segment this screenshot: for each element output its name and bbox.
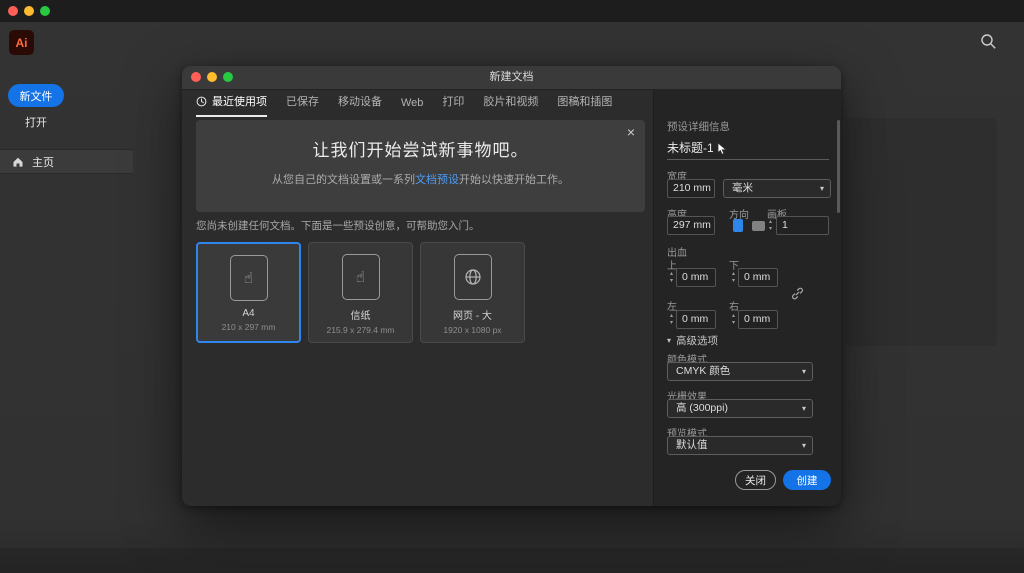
background-content-area (845, 118, 997, 346)
raster-effects-select[interactable]: 高 (300ppi) ▾ (667, 399, 813, 418)
home-icon (12, 156, 24, 168)
bleed-right-input[interactable]: 0 mm (738, 310, 778, 329)
window-zoom-button[interactable] (40, 6, 50, 16)
tab-web[interactable]: Web (401, 97, 423, 117)
macos-menu-bar (0, 0, 1024, 22)
width-input[interactable]: 210 mm (667, 179, 715, 198)
chevron-down-icon: ▾ (801, 404, 806, 413)
preset-details-panel: 预设详细信息 未标题-1 宽度 210 mm 毫米 ▾ 高度 方向 画板 297… (653, 89, 841, 506)
preset-name: 网页 - 大 (453, 311, 492, 322)
chevron-down-icon: ▾ (667, 336, 672, 345)
link-bleeds-icon[interactable] (790, 286, 805, 306)
open-button[interactable]: 打开 (8, 112, 64, 132)
tab-art-illustration[interactable]: 图稿和插图 (557, 93, 612, 117)
panel-scrollbar[interactable] (837, 120, 840, 213)
window-minimize-button[interactable] (24, 6, 34, 16)
window-close-button[interactable] (8, 6, 18, 16)
chevron-down-icon: ▾ (819, 184, 824, 193)
illustrator-logo: Ai (9, 30, 34, 55)
new-file-button[interactable]: 新文件 (8, 84, 64, 107)
mouse-cursor-icon (717, 142, 728, 159)
welcome-banner: × 让我们开始尝试新事物吧。 从您自己的文档设置或一系列文档预设开始以快速开始工… (196, 120, 645, 212)
preset-category-tabs: 最近使用项 已保存 移动设备 Web 打印 胶片和视频 图稿和插图 (196, 93, 612, 117)
orientation-toggle (729, 216, 767, 235)
globe-icon (453, 254, 492, 300)
banner-heading: 让我们开始尝试新事物吧。 (312, 141, 529, 160)
preset-name: 信纸 (350, 311, 371, 322)
preset-dimensions: 215.9 x 279.4 mm (326, 325, 395, 335)
document-name-field[interactable]: 未标题-1 (667, 139, 829, 160)
bleed-top-stepper[interactable]: ▴ ▾ (667, 268, 676, 287)
preset-card-letter[interactable]: ☝ 信纸 215.9 x 279.4 mm (308, 242, 413, 343)
tab-film-video[interactable]: 胶片和视频 (483, 93, 538, 117)
banner-subtitle-after: 开始以快速开始工作。 (459, 174, 569, 186)
chevron-down-icon: ▾ (801, 441, 806, 450)
clock-icon (196, 96, 207, 107)
close-button[interactable]: 关闭 (735, 470, 776, 490)
bleed-top-input[interactable]: 0 mm (676, 268, 716, 287)
preview-mode-select[interactable]: 默认值 ▾ (667, 436, 813, 455)
orientation-landscape-button[interactable] (750, 216, 767, 235)
background-footer (0, 548, 1024, 573)
orientation-portrait-button[interactable] (729, 216, 746, 235)
chevron-down-icon: ▾ (801, 367, 806, 376)
preset-card-web-large[interactable]: 网页 - 大 1920 x 1080 px (420, 242, 525, 343)
tab-print[interactable]: 打印 (442, 93, 464, 117)
illustrator-home-screen: Ai 新文件 打开 主页 新建文档 最近使用项 已保存 移动设备 Web 打印 … (0, 0, 1024, 573)
tab-mobile[interactable]: 移动设备 (338, 93, 382, 117)
dialog-title: 新建文档 (489, 71, 534, 83)
bleed-bottom-input[interactable]: 0 mm (738, 268, 778, 287)
document-presets-link[interactable]: 文档预设 (415, 174, 459, 186)
bleed-left-stepper[interactable]: ▴ ▾ (667, 310, 676, 329)
sidebar-item-home[interactable]: 主页 (0, 149, 133, 174)
preset-name: A4 (242, 308, 255, 319)
new-document-dialog: 新建文档 最近使用项 已保存 移动设备 Web 打印 胶片和视频 图稿和插图 ×… (182, 66, 841, 506)
preset-dimensions: 1920 x 1080 px (443, 325, 502, 335)
portrait-icon (732, 219, 743, 232)
dialog-title-bar: 新建文档 (182, 66, 841, 90)
empty-state-hint: 您尚未创建任何文档。下面是一些预设创意，可帮助您入门。 (196, 220, 480, 232)
color-mode-select[interactable]: CMYK 颜色 ▾ (667, 362, 813, 381)
document-preset-icon: ☝ (341, 254, 380, 300)
landscape-icon (752, 220, 765, 231)
height-input[interactable]: 297 mm (667, 216, 715, 235)
search-icon[interactable] (980, 33, 997, 55)
banner-close-icon[interactable]: × (627, 124, 635, 140)
bleed-right-stepper[interactable]: ▴ ▾ (729, 310, 738, 329)
artboard-stepper[interactable]: ▴ ▾ (766, 216, 775, 235)
banner-subtitle: 从您自己的文档设置或一系列 (272, 174, 415, 186)
preset-dimensions: 210 x 297 mm (221, 322, 276, 332)
sidebar-item-label: 主页 (32, 156, 54, 169)
advanced-options-toggle[interactable]: ▾ 高级选项 (667, 333, 718, 348)
panel-title: 预设详细信息 (667, 121, 730, 133)
create-button[interactable]: 创建 (783, 470, 831, 490)
preset-card-a4[interactable]: ☝ A4 210 x 297 mm (196, 242, 301, 343)
document-preset-icon: ☝ (229, 255, 268, 301)
bleed-left-input[interactable]: 0 mm (676, 310, 716, 329)
tab-recent[interactable]: 最近使用项 (196, 93, 267, 117)
unit-select[interactable]: 毫米 ▾ (723, 179, 831, 198)
preset-card-list: ☝ A4 210 x 297 mm ☝ 信纸 215.9 x 279.4 mm … (196, 242, 525, 343)
bleed-bottom-stepper[interactable]: ▴ ▾ (729, 268, 738, 287)
tab-saved[interactable]: 已保存 (286, 93, 319, 117)
artboard-count-input[interactable]: 1 (776, 216, 829, 235)
